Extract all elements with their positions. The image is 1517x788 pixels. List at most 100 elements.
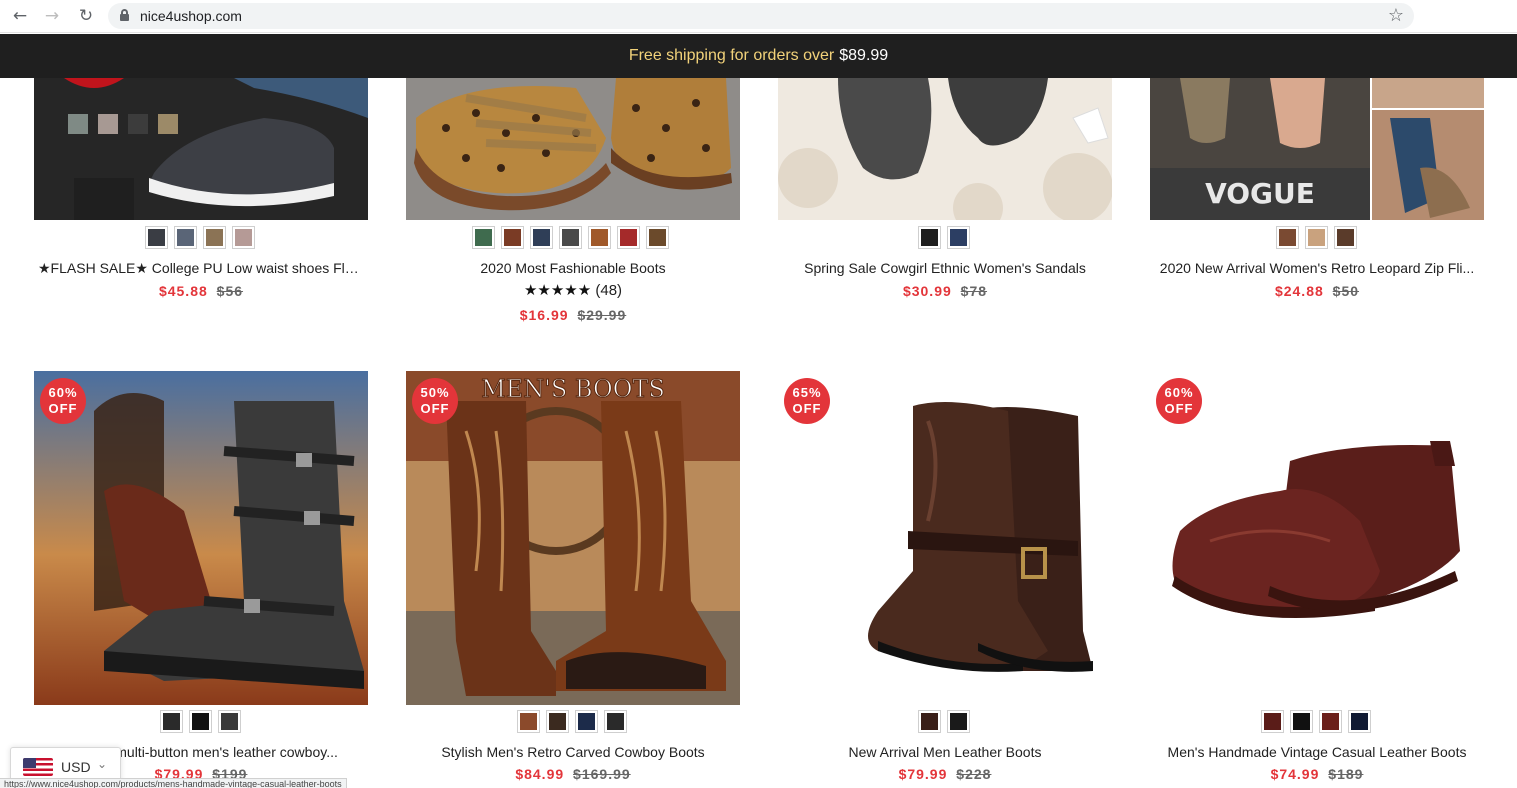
- swatch-color: [533, 229, 550, 246]
- discount-off: OFF: [48, 401, 78, 416]
- color-swatch[interactable]: [1348, 710, 1371, 733]
- color-swatch[interactable]: [218, 710, 241, 733]
- product-image[interactable]: 60% OFF: [34, 371, 368, 705]
- color-swatch[interactable]: [1305, 226, 1328, 249]
- product-card[interactable]: VOGUE 2020 New Arrival Women's Retro Leo…: [1150, 78, 1484, 308]
- color-swatch[interactable]: [604, 710, 627, 733]
- color-swatch[interactable]: [646, 226, 669, 249]
- swatch-color: [163, 713, 180, 730]
- color-swatch[interactable]: [472, 226, 495, 249]
- product-card[interactable]: 60% OFF Men's Handmade Vintage Casual Le…: [1150, 371, 1484, 788]
- product-card[interactable]: MEN'S BOOTS 50% OFF Stylish Men's Retro …: [406, 371, 740, 788]
- color-swatch[interactable]: [145, 226, 168, 249]
- color-swatch[interactable]: [947, 226, 970, 249]
- back-arrow-icon[interactable]: ←: [8, 5, 32, 27]
- color-swatch[interactable]: [1290, 710, 1313, 733]
- discount-badge: 65% OFF: [784, 378, 830, 424]
- product-title[interactable]: New Arrival Men Leather Boots: [778, 744, 1112, 760]
- color-swatch[interactable]: [1276, 226, 1299, 249]
- product-title[interactable]: Stylish Men's Retro Carved Cowboy Boots: [406, 744, 740, 760]
- swatch-color: [1264, 713, 1281, 730]
- color-swatch[interactable]: [189, 710, 212, 733]
- swatch-color: [221, 713, 238, 730]
- color-swatch[interactable]: [517, 710, 540, 733]
- swatch-color: [148, 229, 165, 246]
- discount-percent: 50%: [420, 385, 450, 400]
- discount-percent: 65%: [792, 385, 822, 400]
- forward-arrow-icon[interactable]: →: [40, 5, 64, 27]
- sale-price: $84.99: [515, 766, 565, 782]
- announcement-amount: $89.99: [839, 47, 889, 64]
- color-swatch[interactable]: [546, 710, 569, 733]
- product-card[interactable]: 60% OFF Vintage multi-button men's leath…: [34, 371, 368, 788]
- swatch-color: [1279, 229, 1296, 246]
- color-swatch[interactable]: [232, 226, 255, 249]
- product-image[interactable]: MEN'S BOOTS 50% OFF: [406, 371, 740, 705]
- color-swatch[interactable]: [160, 710, 183, 733]
- color-swatch[interactable]: [918, 710, 941, 733]
- address-bar[interactable]: nice4ushop.com ☆: [108, 3, 1414, 29]
- product-card[interactable]: 2020 Most Fashionable Boots ★★★★★ (48) $…: [406, 78, 740, 328]
- compare-price: $228: [956, 766, 992, 782]
- product-card[interactable]: Spring Sale Cowgirl Ethnic Women's Sanda…: [778, 78, 1112, 308]
- product-image[interactable]: 65% OFF: [778, 371, 1112, 705]
- discount-badge: 50% OFF: [412, 378, 458, 424]
- color-swatch[interactable]: [588, 226, 611, 249]
- product-image[interactable]: [406, 78, 740, 220]
- product-title[interactable]: Spring Sale Cowgirl Ethnic Women's Sanda…: [778, 260, 1112, 276]
- color-swatch[interactable]: [501, 226, 524, 249]
- product-title[interactable]: ★FLASH SALE★ College PU Low waist shoes …: [34, 260, 368, 277]
- compare-price: $29.99: [577, 307, 627, 323]
- sale-price: $30.99: [902, 283, 952, 299]
- color-swatches: [517, 710, 627, 733]
- swatch-color: [235, 229, 252, 246]
- product-image[interactable]: [778, 78, 1112, 220]
- price-row: $16.99 $29.99: [406, 307, 740, 323]
- color-swatches: [145, 226, 255, 249]
- product-title[interactable]: 2020 New Arrival Women's Retro Leopard Z…: [1150, 260, 1484, 276]
- lock-icon: [120, 9, 129, 21]
- compare-price: $56: [216, 283, 244, 299]
- price-row: $79.99 $228: [778, 766, 1112, 782]
- product-image[interactable]: [34, 78, 368, 220]
- color-swatches: [1276, 226, 1357, 249]
- color-swatch[interactable]: [1334, 226, 1357, 249]
- compare-price: $169.99: [573, 766, 631, 782]
- color-swatch[interactable]: [575, 710, 598, 733]
- color-swatch[interactable]: [174, 226, 197, 249]
- chevron-down-icon: ⌄: [97, 757, 108, 771]
- swatch-color: [549, 713, 566, 730]
- color-swatch[interactable]: [918, 226, 941, 249]
- product-title[interactable]: 2020 Most Fashionable Boots: [406, 260, 740, 276]
- product-image[interactable]: 60% OFF: [1150, 371, 1484, 705]
- price-row: $45.88 $56: [34, 283, 368, 299]
- vogue-image-text: VOGUE: [1205, 177, 1315, 210]
- product-card[interactable]: 65% OFF New Arrival Men Leather Boots $7…: [778, 371, 1112, 788]
- color-swatch[interactable]: [559, 226, 582, 249]
- currency-code: USD: [61, 759, 91, 775]
- compare-price: $189: [1328, 766, 1364, 782]
- product-card[interactable]: ★FLASH SALE★ College PU Low waist shoes …: [34, 78, 368, 308]
- color-swatch[interactable]: [617, 226, 640, 249]
- color-swatch[interactable]: [203, 226, 226, 249]
- browser-toolbar: ← → ↻ nice4ushop.com ☆: [0, 0, 1517, 33]
- discount-percent: 60%: [48, 385, 78, 400]
- color-swatch[interactable]: [1319, 710, 1342, 733]
- swatch-color: [562, 229, 579, 246]
- price-row: $24.88 $50: [1150, 283, 1484, 299]
- swatch-color: [921, 229, 938, 246]
- bookmark-star-icon[interactable]: ☆: [1388, 5, 1404, 26]
- announcement-text: Free shipping for orders over: [628, 47, 835, 64]
- product-title[interactable]: Men's Handmade Vintage Casual Leather Bo…: [1150, 744, 1484, 760]
- review-count: (48): [595, 282, 623, 299]
- swatch-color: [1293, 713, 1310, 730]
- swatch-color: [177, 229, 194, 246]
- color-swatch[interactable]: [530, 226, 553, 249]
- price-row: $84.99 $169.99: [406, 766, 740, 782]
- reload-icon[interactable]: ↻: [74, 5, 98, 27]
- swatch-color: [591, 229, 608, 246]
- discount-off: OFF: [420, 401, 450, 416]
- color-swatch[interactable]: [1261, 710, 1284, 733]
- color-swatch[interactable]: [947, 710, 970, 733]
- product-image[interactable]: VOGUE: [1150, 78, 1484, 220]
